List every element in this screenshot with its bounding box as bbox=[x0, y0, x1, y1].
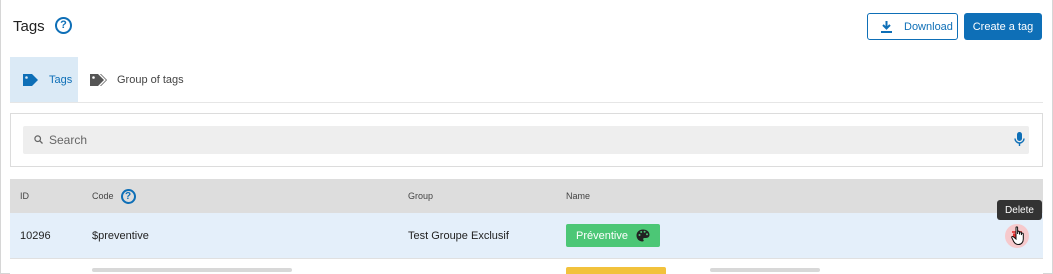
delete-tooltip: Delete bbox=[997, 200, 1042, 220]
tab-group-of-tags-label: Group of tags bbox=[117, 73, 184, 86]
cell-id: 10296 bbox=[20, 229, 51, 242]
hand-cursor-icon bbox=[1011, 226, 1024, 246]
tag-icon bbox=[23, 73, 39, 86]
search-box bbox=[23, 126, 1029, 154]
table-row-partial bbox=[10, 258, 1043, 274]
column-header-id: ID bbox=[20, 191, 29, 201]
create-tag-label: Create a tag bbox=[972, 20, 1034, 33]
partial-row-text bbox=[92, 268, 292, 272]
microphone-icon[interactable] bbox=[1014, 132, 1025, 147]
search-input[interactable] bbox=[47, 126, 997, 154]
tab-tags[interactable]: Tags bbox=[10, 57, 78, 102]
column-header-code-label: Code bbox=[92, 191, 114, 201]
tags-group-icon bbox=[90, 73, 107, 86]
tab-tags-label: Tags bbox=[49, 73, 73, 86]
column-header-group: Group bbox=[408, 191, 434, 201]
code-help-icon[interactable]: ? bbox=[120, 188, 136, 204]
partial-row-text bbox=[710, 268, 820, 272]
cell-group: Test Groupe Exclusif bbox=[408, 229, 509, 242]
download-label: Download bbox=[904, 20, 953, 33]
partial-tag-badge bbox=[566, 267, 666, 274]
tag-name-label: Préventive bbox=[576, 229, 628, 242]
tabs-bar: Tags Group of tags bbox=[10, 57, 1043, 103]
help-icon[interactable]: ? bbox=[55, 17, 72, 34]
column-header-name: Name bbox=[566, 191, 591, 201]
tab-group-of-tags[interactable]: Group of tags bbox=[90, 57, 184, 102]
search-panel bbox=[10, 113, 1043, 167]
download-button[interactable]: Download bbox=[867, 13, 958, 40]
column-header-code: Code ? bbox=[92, 179, 136, 213]
page-title: Tags bbox=[13, 18, 45, 35]
palette-icon[interactable] bbox=[636, 229, 650, 242]
search-icon bbox=[34, 135, 43, 144]
cell-code: $preventive bbox=[92, 229, 149, 242]
tag-name-badge: Préventive bbox=[566, 224, 660, 247]
cell-name: Préventive bbox=[566, 213, 660, 258]
download-icon bbox=[881, 20, 892, 33]
table-header: ID Code ? Group Name bbox=[10, 179, 1043, 213]
create-tag-button[interactable]: Create a tag bbox=[964, 13, 1042, 40]
table-row[interactable]: 10296 $preventive Test Groupe Exclusif P… bbox=[10, 213, 1043, 258]
